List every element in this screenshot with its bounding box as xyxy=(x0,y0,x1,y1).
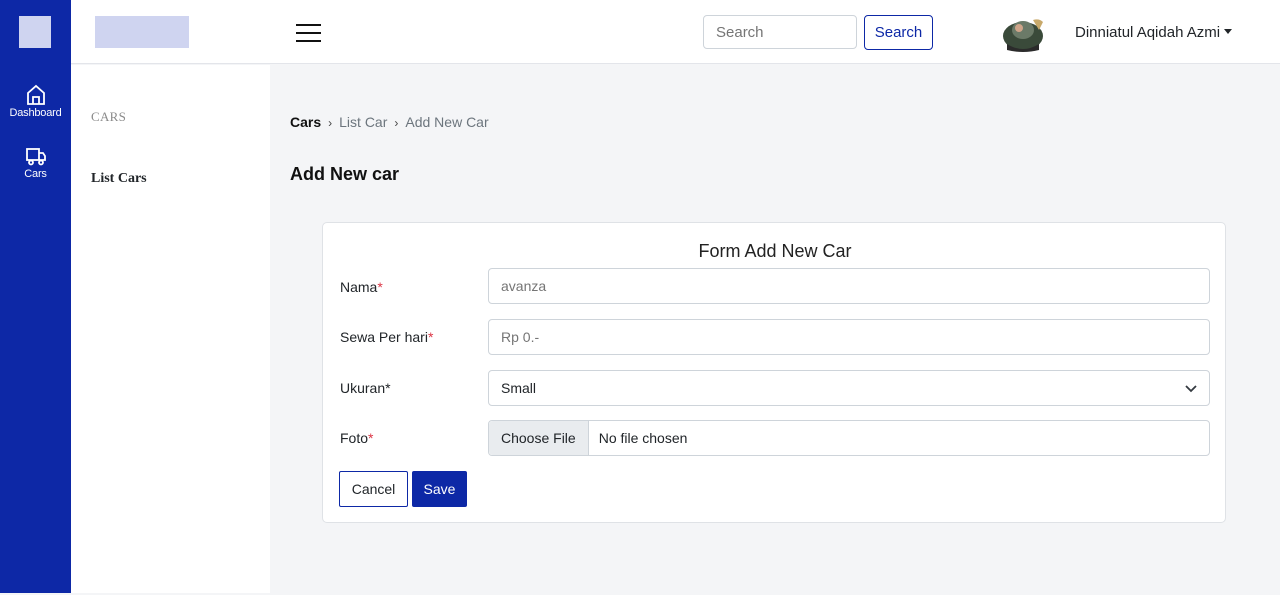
ukuran-label: Ukuran* xyxy=(340,380,391,396)
add-car-form: Form Add New Car Nama* Sewa Per hari* Uk… xyxy=(322,222,1226,523)
nama-input[interactable] xyxy=(488,268,1210,304)
choose-file-button[interactable]: Choose File xyxy=(489,421,589,455)
icon-rail: Dashboard Cars xyxy=(0,0,71,593)
ukuran-select[interactable]: Small xyxy=(488,370,1210,406)
cancel-button[interactable]: Cancel xyxy=(339,471,408,507)
menu-toggle-icon[interactable] xyxy=(296,24,321,42)
page-title: Add New car xyxy=(290,164,400,184)
top-navbar: Search Dinniatul Aqidah Azmi xyxy=(71,0,1280,64)
sidebar-heading: CARS xyxy=(91,109,127,124)
search-input[interactable] xyxy=(703,15,857,49)
home-icon xyxy=(26,84,45,105)
breadcrumb-separator: › xyxy=(394,116,399,130)
ukuran-selected-value: Small xyxy=(501,380,537,396)
rail-item-dashboard[interactable]: Dashboard xyxy=(0,84,71,119)
caret-down-icon xyxy=(1224,29,1233,34)
sidebar-item-list-cars[interactable]: List Cars xyxy=(91,171,147,187)
secondary-sidebar: CARS List Cars xyxy=(71,65,270,593)
avatar[interactable] xyxy=(999,14,1047,52)
app-logo xyxy=(19,16,51,48)
foto-file-input[interactable]: Choose File No file chosen xyxy=(488,420,1210,456)
breadcrumb-item-cars[interactable]: Cars xyxy=(290,114,321,130)
search-button[interactable]: Search xyxy=(864,15,933,50)
chevron-down-icon xyxy=(1185,385,1197,393)
form-title: Form Add New Car xyxy=(698,241,852,261)
user-name: Dinniatul Aqidah Azmi xyxy=(1075,24,1221,41)
breadcrumb-item-add-new-car: Add New Car xyxy=(405,114,489,130)
brand-logo xyxy=(95,16,189,48)
nama-label: Nama* xyxy=(340,279,383,295)
save-button[interactable]: Save xyxy=(412,471,467,507)
sewa-label: Sewa Per hari* xyxy=(340,329,434,345)
breadcrumb-separator: › xyxy=(328,116,333,130)
truck-icon xyxy=(25,148,46,166)
rail-item-cars[interactable]: Cars xyxy=(0,147,71,180)
breadcrumb: Cars › List Car › Add New Car xyxy=(290,114,489,130)
rail-item-label: Cars xyxy=(24,168,47,180)
file-status: No file chosen xyxy=(598,430,688,446)
sewa-input[interactable] xyxy=(488,319,1210,355)
rail-item-label: Dashboard xyxy=(9,107,62,119)
foto-label: Foto* xyxy=(340,430,374,446)
user-menu[interactable]: Dinniatul Aqidah Azmi xyxy=(1075,24,1233,41)
breadcrumb-item-list-car[interactable]: List Car xyxy=(339,114,387,130)
